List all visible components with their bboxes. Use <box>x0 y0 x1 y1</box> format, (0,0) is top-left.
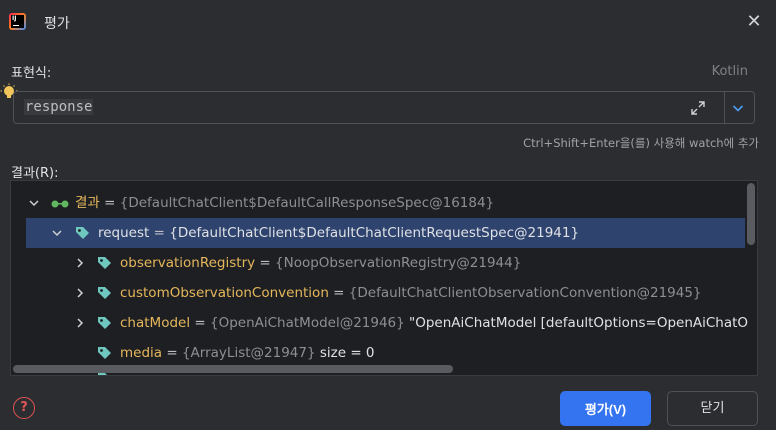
row-name: observationRegistry <box>120 255 256 271</box>
language-label[interactable]: Kotlin <box>712 64 748 79</box>
close-icon[interactable]: ✕ <box>744 12 764 32</box>
dialog-title: 평가 <box>44 16 70 32</box>
field-tag-icon <box>98 257 111 269</box>
chevron-down-icon[interactable] <box>27 196 41 210</box>
tree-row-result[interactable]: 결과 = {DefaultChatClient$DefaultCallRespo… <box>11 188 745 218</box>
tree-row-custom-observation-convention[interactable]: customObservationConvention = {DefaultCh… <box>11 278 745 308</box>
chevron-down-icon[interactable] <box>50 226 64 240</box>
dropdown-separator <box>724 92 725 123</box>
field-tag-icon <box>98 317 111 329</box>
field-tag-icon <box>76 227 89 239</box>
intellij-app-icon: IJ <box>9 13 26 30</box>
row-name: 결과 <box>75 195 100 211</box>
row-name: customObservationConvention <box>120 285 329 301</box>
expand-icon[interactable] <box>689 99 707 117</box>
evaluate-button[interactable]: 평가(V) <box>560 391 651 426</box>
chevron-down-icon[interactable] <box>730 100 746 116</box>
row-name: request <box>98 225 150 241</box>
vertical-scrollbar[interactable] <box>747 183 755 245</box>
row-value: {DefaultChatClient$DefaultCallResponseSp… <box>119 195 495 211</box>
field-tag-icon <box>98 347 111 359</box>
expression-input[interactable]: response <box>13 91 755 124</box>
help-button[interactable]: ? <box>13 397 35 419</box>
glasses-icon <box>51 200 69 208</box>
row-string-value: "OpenAiChatModel [defaultOptions=OpenAiC… <box>404 315 749 331</box>
title-bar: IJ 평가 ✕ <box>0 0 776 44</box>
row-value: {DefaultChatClient$DefaultChatClientRequ… <box>169 225 580 241</box>
row-name: chatModel <box>120 315 191 331</box>
row-size: size = 0 <box>315 345 375 361</box>
tree-row-request[interactable]: request = {DefaultChatClient$DefaultChat… <box>26 218 745 248</box>
row-value: {ArrayList@21947} <box>181 345 316 361</box>
horizontal-scrollbar[interactable] <box>13 365 453 373</box>
field-tag-icon <box>98 287 111 299</box>
close-button[interactable]: 닫기 <box>667 391 758 426</box>
chevron-right-icon[interactable] <box>73 286 87 300</box>
tree-row-chat-model[interactable]: chatModel = {OpenAiChatModel@21946} "Ope… <box>11 308 749 338</box>
result-tree[interactable]: 결과 = {DefaultChatClient$DefaultCallRespo… <box>10 180 758 376</box>
expression-text[interactable]: response <box>24 99 94 115</box>
watch-hint: Ctrl+Shift+Enter을(를) 사용해 watch에 추가 <box>523 136 759 150</box>
tree-row-observation-registry[interactable]: observationRegistry = {NoopObservationRe… <box>11 248 745 278</box>
row-name: media <box>120 345 163 361</box>
chevron-right-icon[interactable] <box>73 316 87 330</box>
expression-label: 표현식: <box>11 66 52 81</box>
tree-row-media[interactable]: media = {ArrayList@21947} size = 0 <box>11 338 745 368</box>
result-label: 결과(R): <box>11 166 59 181</box>
row-value: {NoopObservationRegistry@21944} <box>275 255 522 271</box>
row-value: {OpenAiChatModel@21946} <box>209 315 405 331</box>
row-value: {DefaultChatClientObservationConvention@… <box>348 285 702 301</box>
chevron-right-icon[interactable] <box>73 256 87 270</box>
